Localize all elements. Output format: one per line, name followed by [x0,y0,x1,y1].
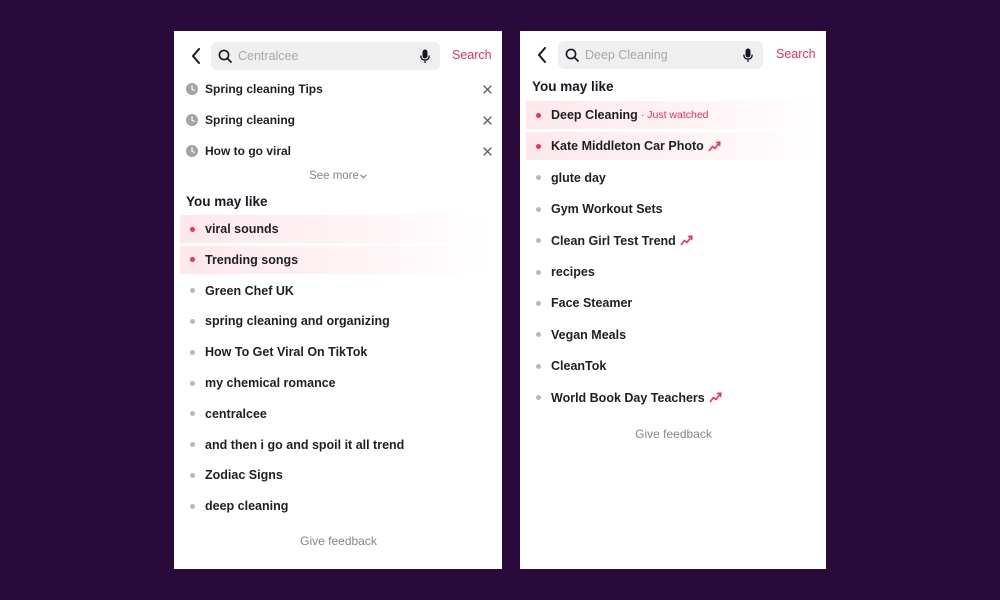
remove-history-icon[interactable] [482,84,492,94]
search-button[interactable]: Search [776,47,816,61]
bullet-dot [190,472,195,478]
bullet-dot [536,332,541,338]
suggestion-item[interactable]: recipes [526,258,820,286]
back-arrow-icon[interactable] [186,46,206,66]
bullet-dot [190,318,195,324]
suggestion-item[interactable]: Vegan Meals [526,321,820,349]
microphone-icon[interactable] [418,48,432,64]
bullet-dot [536,238,541,244]
trending-up-icon [708,141,721,152]
suggestion-label: Deep Cleaning [551,108,638,122]
search-icon [218,48,234,64]
suggestion-label: spring cleaning and organizing [205,314,390,329]
bullet-dot [190,503,195,509]
give-feedback-link[interactable]: Give feedback [520,427,826,441]
bullet-dot [536,269,541,275]
history-item-label: Spring cleaning [205,113,296,127]
clock-icon [186,83,198,95]
bullet-dot [190,442,195,448]
suggestion-item[interactable]: Deep Cleaning · Just watched [526,101,820,129]
see-more-link[interactable]: See more [174,170,502,182]
search-bar-row: Search [174,41,502,71]
search-icon [565,47,581,63]
history-item-label: How to go viral [205,144,292,158]
suggestion-item[interactable]: Gym Workout Sets [526,195,820,223]
search-input[interactable] [585,48,741,62]
remove-history-icon[interactable] [482,115,492,125]
give-feedback-link[interactable]: Give feedback [174,534,502,548]
bullet-dot [536,206,541,212]
suggestion-label: deep cleaning [205,499,289,514]
bullet-dot [190,349,195,355]
bullet-dot [536,143,541,149]
suggestion-item[interactable]: Face Steamer [526,289,820,317]
trending-up-icon [709,392,722,403]
search-bar-row: Search [520,40,826,70]
suggestion-item[interactable]: spring cleaning and organizing [180,307,490,335]
suggestion-label: Gym Workout Sets [551,202,663,217]
you-may-like-title: You may like [186,194,268,209]
suggestion-item[interactable]: Kate Middleton Car Photo [526,132,820,161]
suggestion-item[interactable]: viral sounds [180,215,490,243]
back-arrow-icon[interactable] [532,45,552,65]
suggestion-label: World Book Day Teachers [551,390,705,405]
suggestion-label: Green Chef UK [205,283,294,298]
suggestion-label: CleanTok [551,359,607,374]
suggestion-item[interactable]: Clean Girl Test Trend [526,227,820,255]
suggestion-label: viral sounds [205,222,279,236]
remove-history-icon[interactable] [482,146,492,156]
suggestion-label: and then i go and spoil it all trend [205,437,405,452]
clock-icon [186,114,198,126]
suggestion-label: glute day [551,170,606,185]
bullet-dot [536,395,541,401]
right-search-screen: Search You may like Deep Cleaning· Just … [520,31,826,569]
history-item[interactable]: Spring cleaning Tips [186,78,492,100]
search-button[interactable]: Search [452,48,492,62]
bullet-dot [536,363,541,369]
search-field[interactable] [558,41,763,69]
suggestion-item[interactable]: my chemical romance [180,369,490,397]
bullet-dot [190,257,195,263]
suggestion-item[interactable]: Trending songs [180,245,490,274]
bullet-dot [190,380,195,386]
suggestion-item[interactable]: World Book Day Teachers [526,384,820,412]
microphone-icon[interactable] [741,47,755,63]
history-item-label: Spring cleaning Tips [205,82,323,96]
suggestion-label: Face Steamer [551,296,633,311]
suggestion-label: Kate Middleton Car Photo [551,139,704,154]
trending-up-icon [680,235,693,246]
suggestion-item[interactable]: and then i go and spoil it all trend [180,431,490,459]
just-watched-note: · Just watched [640,109,709,121]
suggestion-item[interactable]: centralcee [180,400,490,428]
suggestion-item[interactable]: How To Get Viral On TikTok [180,338,490,366]
bullet-dot [536,175,541,181]
suggestion-label: Zodiac Signs [205,468,283,483]
history-item[interactable]: How to go viral [186,140,492,162]
suggestion-label: Clean Girl Test Trend [551,233,676,248]
suggestion-item[interactable]: deep cleaning [180,492,490,520]
you-may-like-title: You may like [532,79,614,94]
suggestion-label: How To Get Viral On TikTok [205,345,368,360]
chevron-down-icon [360,170,367,182]
suggestion-label: my chemical romance [205,376,336,390]
left-search-screen: Search Spring cleaning Tips Spring cleani… [174,31,502,569]
search-input[interactable] [238,49,418,63]
suggestion-label: Trending songs [205,252,299,267]
suggestion-item[interactable]: Zodiac Signs [180,461,490,489]
see-more-label: See more [309,170,359,183]
suggestion-label: centralcee [205,406,267,421]
search-field[interactable] [211,42,440,70]
history-item[interactable]: Spring cleaning [186,109,492,131]
bullet-dot [190,226,195,232]
bullet-dot [536,112,541,118]
clock-icon [186,145,198,157]
suggestion-item[interactable]: Green Chef UK [180,277,490,305]
bullet-dot [536,300,541,306]
bullet-dot [190,411,195,417]
suggestion-label: recipes [551,265,595,279]
suggestion-label: Vegan Meals [551,327,627,342]
suggestion-item[interactable]: CleanTok [526,352,820,380]
bullet-dot [190,288,195,294]
suggestion-item[interactable]: glute day [526,164,820,192]
